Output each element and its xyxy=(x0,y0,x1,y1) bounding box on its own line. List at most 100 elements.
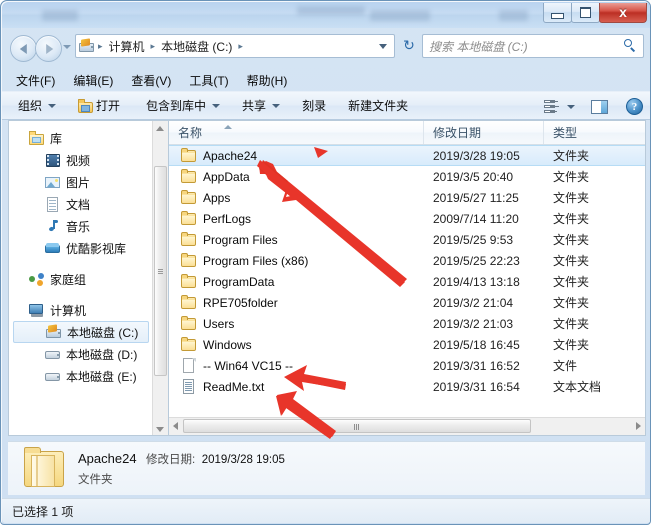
menu-view[interactable]: 查看(V) xyxy=(131,72,171,89)
help-icon[interactable]: ? xyxy=(626,98,643,115)
chevron-down-icon xyxy=(272,103,281,108)
view-options-chevron-icon[interactable] xyxy=(567,104,575,109)
title-bar[interactable]: x xyxy=(2,2,650,28)
column-header-name[interactable]: 名称 xyxy=(169,121,424,144)
folder-icon xyxy=(181,253,197,268)
table-row[interactable]: RPE705folder 2019/3/2 21:04 文件夹 xyxy=(169,292,645,313)
sort-ascending-icon xyxy=(224,125,232,129)
search-box[interactable]: 搜索 本地磁盘 (C:) xyxy=(422,34,644,58)
nav-item-youku-library[interactable]: 优酷影视库 xyxy=(9,237,153,259)
nav-item-local-disk-c[interactable]: 本地磁盘 (C:) xyxy=(13,321,149,343)
nav-label: 家庭组 xyxy=(50,272,87,287)
share-button[interactable]: 共享 xyxy=(242,97,281,114)
file-name-cell: Users xyxy=(169,316,424,331)
breadcrumb-local-disk-c[interactable]: 本地磁盘 (C:) xyxy=(158,36,235,57)
address-dropdown-icon[interactable] xyxy=(379,44,387,49)
file-type: 文件夹 xyxy=(553,170,590,184)
table-row[interactable]: AppData 2019/3/5 20:40 文件夹 xyxy=(169,166,645,187)
menu-help[interactable]: 帮助(H) xyxy=(247,72,288,89)
minimize-icon xyxy=(551,13,564,19)
burn-button[interactable]: 刻录 xyxy=(302,97,326,114)
table-row[interactable]: -- Win64 VC15 -- 2019/3/31 16:52 文件 xyxy=(169,355,645,376)
nav-item-videos[interactable]: 视频 xyxy=(9,149,153,171)
table-row[interactable]: Program Files (x86) 2019/5/25 22:23 文件夹 xyxy=(169,250,645,271)
nav-label: 计算机 xyxy=(50,303,87,318)
table-row[interactable]: PerfLogs 2009/7/14 11:20 文件夹 xyxy=(169,208,645,229)
file-date: 2019/3/5 20:40 xyxy=(433,169,514,184)
scroll-right-arrow-icon[interactable] xyxy=(636,422,641,430)
file-name: Program Files xyxy=(203,232,278,247)
scroll-up-arrow-icon[interactable] xyxy=(156,126,164,131)
close-button[interactable]: x xyxy=(599,3,647,23)
horizontal-scroll-thumb[interactable] xyxy=(183,419,531,433)
nav-item-documents[interactable]: 文档 xyxy=(9,193,153,215)
navigation-pane: 库 视频 图片 文档 音乐 优酷影视库 家庭组 计算机 本地磁盘 (C:) 本地… xyxy=(8,120,168,436)
search-input[interactable]: 搜索 本地磁盘 (C:) xyxy=(429,38,623,55)
nav-label: 视频 xyxy=(66,153,91,168)
table-row[interactable]: ProgramData 2019/4/13 13:18 文件夹 xyxy=(169,271,645,292)
nav-item-music[interactable]: 音乐 xyxy=(9,215,153,237)
address-bar[interactable]: ▸ 计算机 ▸ 本地磁盘 (C:) ▸ xyxy=(75,34,395,58)
nav-item-local-disk-e[interactable]: 本地磁盘 (E:) xyxy=(9,365,153,387)
file-name-cell: ProgramData xyxy=(169,274,424,289)
burn-label: 刻录 xyxy=(302,99,327,113)
column-label: 类型 xyxy=(553,126,578,140)
scroll-down-arrow-icon[interactable] xyxy=(156,427,164,432)
organize-button[interactable]: 组织 xyxy=(18,97,57,114)
include-in-library-button[interactable]: 包含到库中 xyxy=(146,97,221,114)
maximize-icon xyxy=(580,7,591,18)
details-item-name: Apache24 xyxy=(78,451,137,466)
back-button[interactable] xyxy=(10,35,37,62)
file-date: 2019/4/13 13:18 xyxy=(433,274,520,289)
menu-file[interactable]: 文件(F) xyxy=(16,72,55,89)
organize-label: 组织 xyxy=(18,99,43,113)
search-icon xyxy=(623,39,637,53)
music-icon xyxy=(45,219,61,234)
file-date: 2019/3/28 19:05 xyxy=(433,148,520,163)
refresh-icon[interactable]: ↻ xyxy=(400,37,418,55)
nav-group-computer[interactable]: 计算机 xyxy=(9,299,153,321)
table-row[interactable]: Program Files 2019/5/25 9:53 文件夹 xyxy=(169,229,645,250)
nav-item-pictures[interactable]: 图片 xyxy=(9,171,153,193)
table-row[interactable]: Apache24 2019/3/28 19:05 文件夹 xyxy=(169,145,645,166)
nav-group-homegroup[interactable]: 家庭组 xyxy=(9,268,153,290)
column-header-date-modified[interactable]: 修改日期 xyxy=(424,121,544,144)
nav-group-libraries[interactable]: 库 xyxy=(9,127,153,149)
new-folder-button[interactable]: 新建文件夹 xyxy=(348,97,408,114)
table-row[interactable]: Windows 2019/5/18 16:45 文件夹 xyxy=(169,334,645,355)
file-name-cell: Windows xyxy=(169,337,424,352)
recent-pages-dropdown-icon[interactable] xyxy=(63,45,71,49)
breadcrumb-computer[interactable]: 计算机 xyxy=(106,36,148,57)
menu-tools[interactable]: 工具(T) xyxy=(189,72,228,89)
preview-pane-icon[interactable] xyxy=(591,99,608,114)
file-icon xyxy=(181,358,197,373)
forward-button[interactable] xyxy=(35,35,62,62)
list-view-icon[interactable] xyxy=(544,100,559,113)
text-file-icon xyxy=(181,379,197,394)
details-date-label: 修改日期: xyxy=(146,454,196,466)
file-date: 2019/5/25 22:23 xyxy=(433,253,520,268)
minimize-button[interactable] xyxy=(543,3,572,23)
scroll-left-arrow-icon[interactable] xyxy=(173,422,178,430)
navpane-scroll-thumb[interactable] xyxy=(154,166,167,376)
column-header-type[interactable]: 类型 xyxy=(544,121,645,144)
file-list-horizontal-scrollbar[interactable] xyxy=(169,417,645,435)
maximize-button[interactable] xyxy=(571,3,600,23)
folder-icon xyxy=(181,148,197,163)
file-name: Apps xyxy=(203,190,231,205)
file-type: 文件夹 xyxy=(553,317,590,331)
file-rows: Apache24 2019/3/28 19:05 文件夹 AppData 201… xyxy=(169,145,645,397)
folder-icon xyxy=(181,274,197,289)
open-button[interactable]: 打开 xyxy=(78,97,120,114)
file-date: 2019/5/18 16:45 xyxy=(433,337,520,352)
nav-item-local-disk-d[interactable]: 本地磁盘 (D:) xyxy=(9,343,153,365)
menu-edit[interactable]: 编辑(E) xyxy=(73,72,113,89)
folder-icon xyxy=(181,337,197,352)
table-row[interactable]: ReadMe.txt 2019/3/31 16:54 文本文档 xyxy=(169,376,645,397)
folder-icon xyxy=(181,316,197,331)
file-name: Program Files (x86) xyxy=(203,253,309,268)
table-row[interactable]: Users 2019/3/2 21:03 文件夹 xyxy=(169,313,645,334)
table-row[interactable]: Apps 2019/5/27 11:25 文件夹 xyxy=(169,187,645,208)
navpane-scrollbar[interactable] xyxy=(152,121,168,435)
